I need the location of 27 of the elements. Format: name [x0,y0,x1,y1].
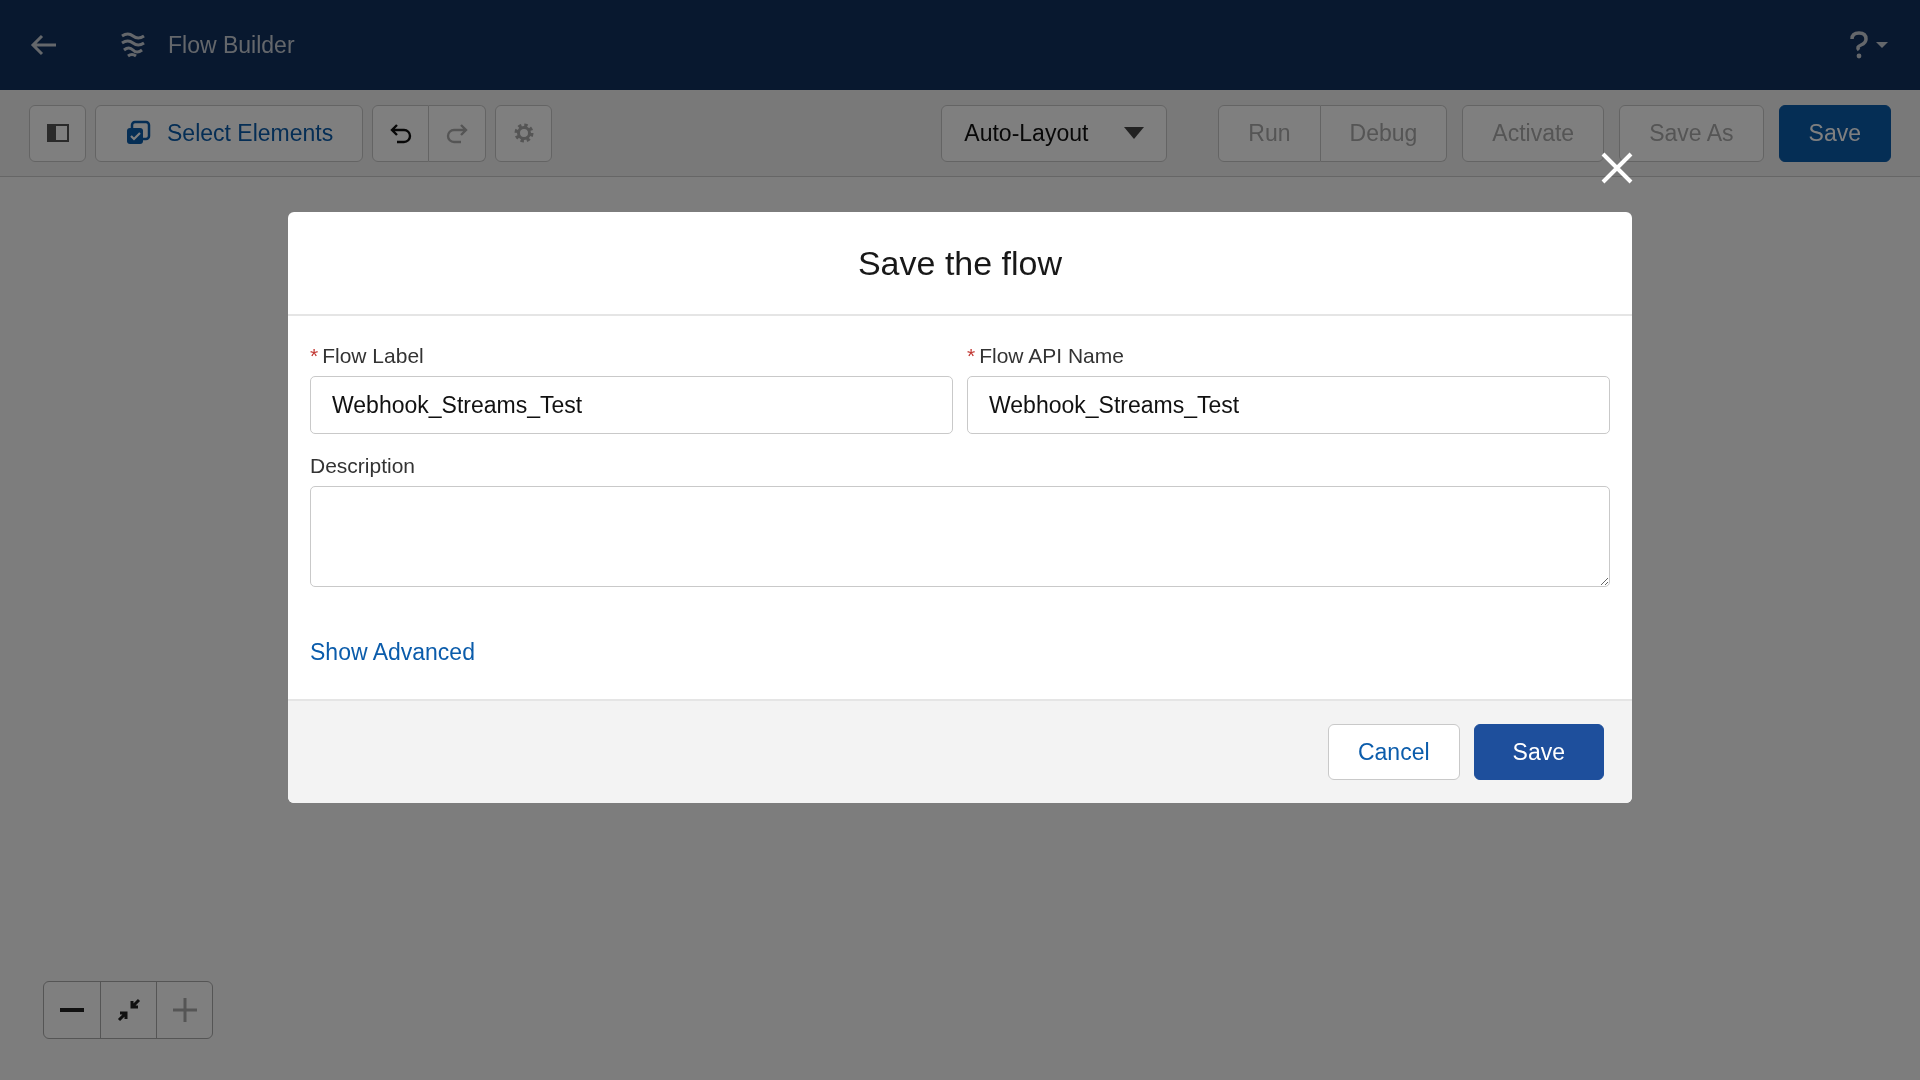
toolbar-button[interactable]: Save [1778,104,1891,162]
show-advanced-link[interactable]: Show Advanced [310,639,475,666]
undo-icon [388,122,413,144]
panel-icon [46,124,69,142]
redo-icon [445,122,470,144]
close-icon[interactable] [1600,151,1634,185]
shrink-arrows-icon [116,998,141,1022]
required-mark: * [310,344,319,368]
text-input[interactable]: Webhook_Streams_Test [967,376,1610,434]
panel-toggle-button[interactable] [29,104,86,162]
undo-button[interactable] [372,104,430,162]
plus-icon [172,998,197,1022]
field-label: Flow API Name [979,344,1124,368]
required-mark: * [967,344,976,368]
save-button[interactable]: Save [1473,724,1604,780]
minus-icon [60,1008,84,1012]
dialog-title: Save the flow [857,243,1063,283]
back-arrow-icon[interactable] [30,34,58,56]
select-elements-button[interactable]: Select Elements [95,104,364,162]
checkbox-stack-icon [125,120,151,146]
text-input[interactable]: Webhook_Streams_Test [310,376,953,434]
field-label: Flow Label [322,344,424,368]
field-label: Description [310,454,416,478]
layout-dropdown[interactable]: Auto-Layout [941,104,1168,162]
caret-icon [1124,127,1145,139]
cancel-button[interactable]: Cancel [1327,724,1460,780]
app-title: Flow Builder [168,31,295,59]
